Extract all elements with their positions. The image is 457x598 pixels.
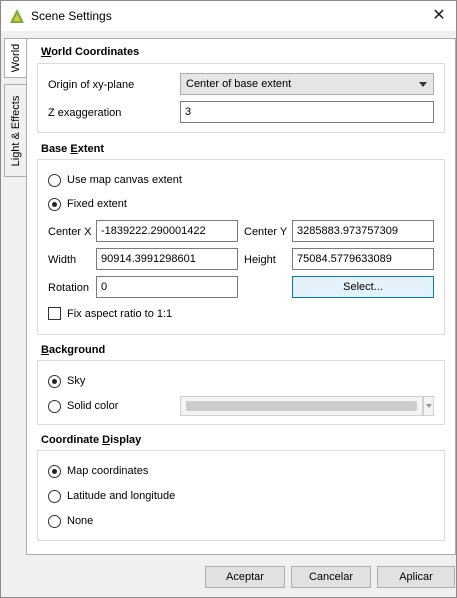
qgis-3d-icon xyxy=(10,9,24,23)
none-radio[interactable] xyxy=(48,515,61,528)
tab-content-world: World Coordinates Origin of xy-plane Cen… xyxy=(26,38,456,555)
z-exaggeration-input[interactable]: 3 xyxy=(180,101,434,123)
apply-button[interactable]: Aplicar xyxy=(377,566,455,588)
sky-radio[interactable] xyxy=(48,375,61,388)
cancel-button[interactable]: Cancelar xyxy=(291,566,371,588)
solid-color-button[interactable] xyxy=(180,396,423,416)
width-label: Width xyxy=(48,254,77,266)
height-label: Height xyxy=(244,254,276,266)
center-x-label: Center X xyxy=(48,226,92,238)
tab-world-label: World xyxy=(9,43,22,73)
center-x-input[interactable]: -1839222.290001422 xyxy=(96,220,238,242)
map-coordinates-radio[interactable] xyxy=(48,465,61,478)
z-exaggeration-value: 3 xyxy=(185,106,192,118)
close-button[interactable]: ✕ xyxy=(422,1,456,31)
center-x-value: -1839222.290001422 xyxy=(101,225,206,237)
background-group: Sky Solid color xyxy=(37,360,445,425)
use-map-canvas-radio[interactable] xyxy=(48,174,61,187)
scene-settings-dialog: Scene Settings ✕ World Light & Effects W… xyxy=(0,0,457,598)
origin-select-value: Center of base extent xyxy=(186,78,292,90)
center-y-label: Center Y xyxy=(244,226,288,238)
map-coordinates-label: Map coordinates xyxy=(67,465,149,477)
z-exaggeration-label: Z exaggeration xyxy=(48,107,122,119)
coordinate-display-title: Coordinate Display xyxy=(41,434,142,446)
color-dropdown-button[interactable] xyxy=(423,396,434,416)
base-extent-title: Base Extent xyxy=(41,143,104,155)
world-coordinates-title: World Coordinates xyxy=(41,46,140,58)
width-value: 90914.3991298601 xyxy=(101,253,196,265)
chevron-down-icon xyxy=(419,82,427,87)
width-input[interactable]: 90914.3991298601 xyxy=(96,248,238,270)
background-title: Background xyxy=(41,344,106,356)
window-title: Scene Settings xyxy=(31,9,112,23)
fix-aspect-label: Fix aspect ratio to 1:1 xyxy=(67,308,173,320)
tab-light-effects[interactable]: Light & Effects xyxy=(4,84,27,177)
base-extent-group: Use map canvas extent Fixed extent Cente… xyxy=(37,159,445,335)
origin-label: Origin of xy-plane xyxy=(48,79,135,91)
color-swatch-fill xyxy=(186,401,417,411)
solid-color-radio[interactable] xyxy=(48,400,61,413)
center-y-value: 3285883.973757309 xyxy=(297,225,398,237)
title-bar: Scene Settings ✕ xyxy=(1,1,456,31)
tab-world[interactable]: World xyxy=(4,38,27,78)
height-value: 75084.5779633089 xyxy=(297,253,392,265)
center-y-input[interactable]: 3285883.973757309 xyxy=(292,220,434,242)
select-extent-button[interactable]: Select... xyxy=(292,276,434,298)
sky-label: Sky xyxy=(67,375,86,387)
use-map-canvas-label: Use map canvas extent xyxy=(67,174,182,186)
close-icon: ✕ xyxy=(432,7,446,24)
fix-aspect-checkbox[interactable] xyxy=(48,307,61,320)
origin-select[interactable]: Center of base extent xyxy=(180,73,434,95)
world-coordinates-group: Origin of xy-plane Center of base extent… xyxy=(37,63,445,133)
rotation-value: 0 xyxy=(101,281,108,293)
fixed-extent-radio[interactable] xyxy=(48,198,61,211)
accept-button[interactable]: Aceptar xyxy=(205,566,285,588)
none-label: None xyxy=(67,515,94,527)
rotation-label: Rotation xyxy=(48,282,89,294)
fixed-extent-label: Fixed extent xyxy=(67,198,127,210)
solid-color-label: Solid color xyxy=(67,400,119,412)
height-input[interactable]: 75084.5779633089 xyxy=(292,248,434,270)
rotation-input[interactable]: 0 xyxy=(96,276,238,298)
lat-long-label: Latitude and longitude xyxy=(67,490,176,502)
tab-light-effects-label: Light & Effects xyxy=(9,95,22,166)
coordinate-display-group: Map coordinates Latitude and longitude N… xyxy=(37,450,445,541)
lat-long-radio[interactable] xyxy=(48,490,61,503)
